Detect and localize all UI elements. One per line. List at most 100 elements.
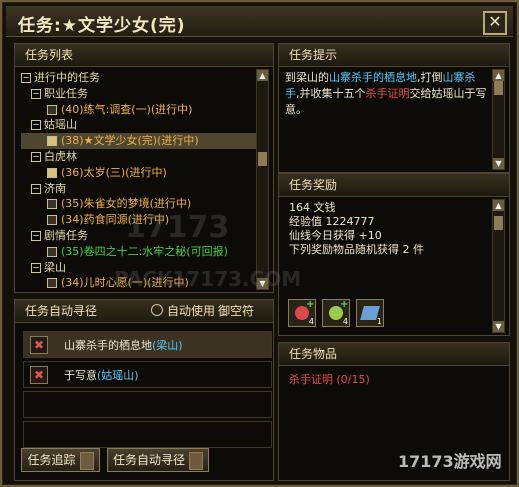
group-row-1[interactable]: − 职业任务 — [21, 86, 266, 102]
track-quest-label: 任务追踪 — [27, 453, 76, 467]
quest-row[interactable]: (36)太岁(三)(进行中) — [21, 165, 266, 181]
quest-tip-header: 任务提示 — [279, 44, 509, 67]
tip-line1-prefix: 到梁山的 — [285, 71, 329, 84]
route-target: 山寨杀手的栖息地 — [64, 339, 152, 352]
plus-icon: + — [306, 299, 315, 310]
quest-icon — [47, 246, 57, 257]
collapse-icon[interactable]: − — [31, 88, 41, 99]
quest-reward-header: 任务奖励 — [279, 174, 509, 197]
route-location[interactable]: (姑瑶山) — [97, 369, 139, 382]
crossed-swords-icon: ✖ — [30, 336, 48, 354]
auto-route-header: 任务自动寻径 自动使用 御空符 — [15, 300, 273, 323]
tree-root[interactable]: − 进行中的任务 — [21, 70, 266, 86]
group-label: 白虎林 — [44, 149, 77, 163]
quest-item-text: 杀手证明 (0/15) — [289, 373, 370, 386]
tip-line2-prefix: ,并收集十五个 — [296, 87, 366, 100]
group-row-4[interactable]: − 济南 — [21, 181, 266, 197]
quest-tip-panel: 任务提示 到梁山的山寨杀手的栖息地,打倒山寨杀手,并收集十五个杀手证明交给姑瑶山… — [278, 43, 510, 173]
quest-window: 任务:★文学少女(完) ✕ 任务列表 − 进行中的任务 − 职业任务 (40)练气:… — [0, 0, 519, 487]
route-item-text: 山寨杀手的栖息地(梁山) — [64, 337, 183, 353]
auto-route-label: 任务自动寻径 — [112, 453, 185, 467]
quest-icon — [47, 278, 57, 289]
collapse-icon[interactable]: − — [31, 262, 41, 273]
reward-daily: 仙线今日获得 +10 — [289, 229, 382, 242]
route-item-empty — [23, 391, 272, 418]
watermark-mid: PACK17173.COM — [114, 267, 302, 291]
fly-talisman-label: 御空符 — [218, 304, 255, 318]
scroll-up-icon[interactable]: ▲ — [493, 70, 504, 81]
reward-item-slot[interactable]: + 4 — [322, 299, 350, 327]
scroll-down-icon[interactable]: ▼ — [493, 158, 504, 169]
auto-route-panel: 任务自动寻径 自动使用 御空符 ✖ 山寨杀手的栖息地(梁山) ✖ 于写意(姑瑶山… — [14, 299, 274, 481]
reward-scrollbar[interactable]: ▲ ▼ — [492, 199, 505, 333]
watermark-top: 17173 — [125, 210, 230, 245]
group-row-3[interactable]: − 白虎林 — [21, 149, 266, 165]
arrow-icon — [79, 451, 94, 470]
reward-random: 下列奖励物品随机获得 2 件 — [289, 243, 424, 256]
route-target: 于写意 — [64, 369, 97, 382]
arrow-icon — [189, 451, 203, 470]
reward-item-slot[interactable]: + 4 — [288, 299, 316, 327]
exclamation-icon — [47, 167, 57, 178]
quest-label: (38)★文学少女(完)(进行中) — [61, 134, 199, 148]
quest-tip-text: 到梁山的山寨杀手的栖息地,打倒山寨杀手,并收集十五个杀手证明交给姑瑶山于写意。 — [285, 70, 489, 118]
reward-item-slot[interactable]: 1 — [356, 299, 384, 327]
quest-label: (40)练气:调查(一)(进行中) — [61, 102, 193, 116]
reward-coin: 164 文钱 — [289, 201, 336, 214]
auto-route-title: 任务自动寻径 — [25, 304, 98, 318]
plus-icon: + — [340, 299, 349, 310]
tip-item-link[interactable]: 杀手证明 — [366, 87, 410, 100]
quest-row[interactable]: (35)卷四之十二:水牢之秘(可回报) — [21, 244, 266, 260]
collapse-icon[interactable]: − — [21, 73, 31, 83]
title-bar: 任务:★文学少女(完) ✕ — [6, 6, 513, 37]
route-item-empty — [23, 421, 272, 448]
tip-line1-suffix: ,打倒 — [417, 71, 443, 84]
group-row-2[interactable]: − 姑瑶山 — [21, 117, 266, 133]
route-item[interactable]: ✖ 于写意(姑瑶山) — [23, 361, 272, 388]
close-button[interactable]: ✕ — [483, 11, 507, 35]
scroll-thumb[interactable] — [494, 81, 503, 95]
quest-label: (35)卷四之十二:水牢之秘(可回报) — [61, 244, 228, 258]
collapse-icon[interactable]: − — [31, 120, 41, 131]
group-label: 职业任务 — [44, 86, 88, 100]
quest-list-scrollbar[interactable]: ▲ ▼ — [256, 69, 269, 290]
route-list: ✖ 山寨杀手的栖息地(梁山) ✖ 于写意(姑瑶山) — [23, 331, 272, 451]
scroll-thumb[interactable] — [494, 216, 503, 230]
quest-list-panel: 任务列表 − 进行中的任务 − 职业任务 (40)练气:调查(一)(进行中) − 姑瑶… — [14, 43, 274, 293]
item-count: 1 — [376, 317, 382, 326]
quest-row[interactable]: (40)练气:调查(一)(进行中) — [21, 102, 266, 118]
auto-use-checkbox[interactable] — [151, 304, 163, 316]
tip-scrollbar[interactable]: ▲ ▼ — [492, 69, 505, 170]
quest-row-selected[interactable]: (38)★文学少女(完)(进行中) — [21, 133, 266, 149]
quest-label: (36)太岁(三)(进行中) — [61, 165, 167, 179]
route-location[interactable]: (梁山) — [152, 339, 183, 352]
quest-items-header: 任务物品 — [279, 343, 509, 366]
quest-icon — [47, 215, 57, 226]
group-label: 梁山 — [44, 260, 66, 274]
reward-text: 164 文钱 经验值 1224777 仙线今日获得 +10 下列奖励物品随机获得… — [289, 201, 424, 257]
scroll-up-icon[interactable]: ▲ — [257, 70, 268, 81]
track-quest-button[interactable]: 任务追踪 — [21, 448, 100, 472]
scroll-thumb[interactable] — [258, 152, 267, 166]
scroll-up-icon[interactable]: ▲ — [493, 200, 504, 211]
reward-exp: 经验值 1224777 — [289, 215, 375, 228]
collapse-icon[interactable]: − — [31, 151, 41, 162]
quest-icon — [47, 199, 57, 210]
item-count: 4 — [308, 317, 314, 326]
group-label: 姑瑶山 — [44, 118, 77, 132]
quest-tree: − 进行中的任务 − 职业任务 (40)练气:调查(一)(进行中) − 姑瑶山 (38… — [21, 70, 266, 290]
watermark-logo: 17173游戏网 — [398, 452, 502, 471]
route-item[interactable]: ✖ 山寨杀手的栖息地(梁山) — [23, 331, 272, 358]
quest-icon — [47, 104, 57, 115]
auto-use-label: 自动使用 — [167, 304, 216, 318]
crossed-swords-icon: ✖ — [30, 366, 48, 384]
tip-location-link[interactable]: 山寨杀手的栖息地 — [329, 71, 417, 84]
scroll-down-icon[interactable]: ▼ — [493, 321, 504, 332]
collapse-icon[interactable]: − — [31, 183, 41, 194]
window-title: 任务:★文学少女(完) — [18, 16, 186, 36]
quest-label: (35)朱雀女的梦境(进行中) — [61, 197, 192, 211]
item-count: 4 — [342, 317, 348, 326]
auto-route-button[interactable]: 任务自动寻径 — [107, 448, 209, 472]
collapse-icon[interactable]: − — [31, 230, 41, 241]
group-label: 济南 — [44, 181, 66, 195]
